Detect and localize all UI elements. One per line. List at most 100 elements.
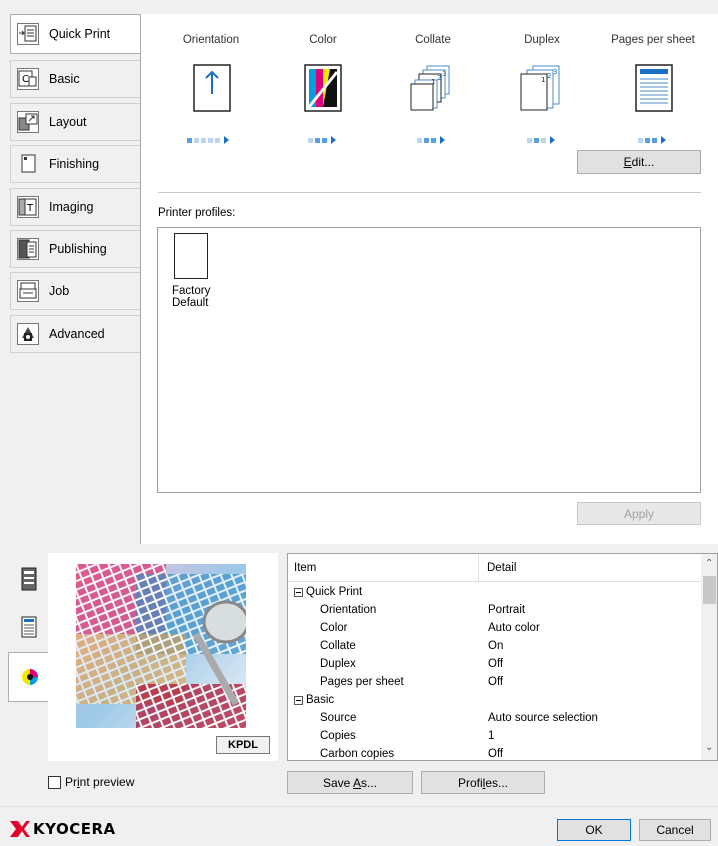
collapse-icon[interactable] bbox=[294, 695, 303, 705]
tab-finishing[interactable]: Finishing bbox=[10, 145, 140, 183]
print-preview-label: Print preview bbox=[65, 775, 135, 789]
header-divider bbox=[478, 554, 479, 582]
quick-print-icon bbox=[17, 23, 39, 45]
publishing-icon bbox=[17, 238, 39, 260]
tab-label: Quick Print bbox=[49, 27, 111, 41]
tab-imaging[interactable]: T Imaging bbox=[10, 188, 140, 226]
tab-printer-status[interactable] bbox=[10, 556, 48, 602]
cell-item: Copies bbox=[320, 730, 356, 742]
divider bbox=[158, 192, 701, 193]
cell-detail: Auto source selection bbox=[488, 712, 598, 724]
finishing-icon bbox=[17, 153, 39, 175]
profile-name-line1: Factory bbox=[172, 285, 211, 297]
document-icon bbox=[21, 616, 37, 638]
cell-item: Quick Print bbox=[306, 586, 363, 598]
header-detail[interactable]: Detail bbox=[487, 562, 516, 574]
svg-text:3: 3 bbox=[442, 70, 446, 78]
preview-pane: KPDL bbox=[48, 553, 278, 761]
vertical-scrollbar[interactable]: ⌃ ⌄ bbox=[701, 554, 717, 760]
cell-item: Basic bbox=[306, 694, 335, 706]
color-palette-icon bbox=[21, 669, 38, 685]
profile-name-line2: Default bbox=[172, 297, 209, 309]
cell-detail: Auto color bbox=[488, 622, 540, 634]
duplex-selector[interactable] bbox=[527, 136, 555, 144]
scroll-up-icon[interactable]: ⌃ bbox=[705, 558, 713, 569]
tab-label: Publishing bbox=[49, 242, 107, 256]
save-as-button[interactable]: Save As... bbox=[287, 771, 413, 794]
scroll-down-icon[interactable]: ⌄ bbox=[705, 742, 713, 753]
cell-item: Carbon copies bbox=[320, 748, 395, 760]
tab-page-preview[interactable] bbox=[10, 604, 48, 650]
tab-label: Basic bbox=[49, 72, 80, 86]
checkbox-box[interactable] bbox=[48, 775, 61, 789]
basic-icon: C bbox=[17, 68, 39, 90]
duplex-off-icon[interactable]: 321 bbox=[519, 64, 567, 115]
pages-per-sheet-selector[interactable] bbox=[638, 136, 666, 144]
column-orientation: Orientation bbox=[182, 34, 240, 46]
tab-image-preview[interactable] bbox=[8, 652, 50, 702]
ok-button[interactable]: OK bbox=[557, 819, 631, 841]
pages-per-sheet-off-icon[interactable] bbox=[635, 64, 673, 115]
printer-profiles-label: Printer profiles: bbox=[158, 207, 236, 219]
profiles-button[interactable]: Profiles... bbox=[421, 771, 545, 794]
kpdl-badge: KPDL bbox=[216, 736, 270, 754]
table-header: Item Detail bbox=[288, 554, 701, 582]
cell-item: Orientation bbox=[320, 604, 377, 616]
tab-label: Advanced bbox=[49, 327, 105, 341]
tab-quick-print[interactable]: Quick Print bbox=[10, 14, 140, 54]
table-row[interactable]: Copies 1 bbox=[288, 727, 700, 745]
printer-profiles-list[interactable]: Factory Default bbox=[157, 227, 701, 493]
svg-text:2: 2 bbox=[437, 74, 441, 82]
tab-basic[interactable]: C Basic bbox=[10, 60, 140, 98]
job-icon bbox=[17, 280, 39, 302]
print-preview-checkbox[interactable]: Print preview bbox=[48, 775, 134, 789]
profile-item-factory-default[interactable]: Factory Default bbox=[172, 233, 224, 309]
svg-text:1: 1 bbox=[541, 76, 545, 84]
cell-detail: Off bbox=[488, 748, 504, 760]
table-row[interactable]: Collate On bbox=[288, 637, 700, 655]
svg-text:3: 3 bbox=[553, 68, 557, 76]
svg-text:1: 1 bbox=[431, 78, 435, 86]
tab-label: Finishing bbox=[49, 157, 100, 171]
printer-icon bbox=[21, 567, 37, 591]
tab-label: Layout bbox=[49, 115, 87, 129]
tab-job[interactable]: Job bbox=[10, 272, 140, 310]
kyocera-logo: KYOCERA bbox=[10, 820, 116, 838]
color-chart-preview-image bbox=[76, 564, 246, 728]
table-row[interactable]: Color Auto color bbox=[288, 619, 700, 637]
svg-text:T: T bbox=[26, 203, 34, 214]
table-group-row[interactable]: Basic bbox=[288, 691, 700, 709]
table-row[interactable]: Duplex Off bbox=[288, 655, 700, 673]
column-collate: Collate bbox=[415, 34, 451, 46]
apply-button[interactable]: Apply bbox=[577, 502, 701, 525]
cancel-button[interactable]: Cancel bbox=[639, 819, 711, 841]
cell-detail: 1 bbox=[488, 730, 495, 742]
cell-item: Collate bbox=[320, 640, 356, 652]
orientation-selector[interactable] bbox=[187, 136, 229, 144]
svg-text:C: C bbox=[22, 74, 29, 85]
cell-detail: Portrait bbox=[488, 604, 526, 616]
table-row[interactable]: Source Auto source selection bbox=[288, 709, 700, 727]
table-row[interactable]: Pages per sheet Off bbox=[288, 673, 700, 691]
tab-publishing[interactable]: Publishing bbox=[10, 230, 140, 268]
advanced-icon bbox=[17, 323, 39, 345]
tab-layout[interactable]: Layout bbox=[10, 103, 140, 141]
brand-name: KYOCERA bbox=[33, 820, 116, 838]
table-group-row[interactable]: Quick Print bbox=[288, 583, 700, 601]
header-item[interactable]: Item bbox=[294, 562, 316, 574]
settings-summary-table[interactable]: Item Detail Quick Print Orientation Portra… bbox=[287, 553, 718, 761]
table-row[interactable]: Orientation Portrait bbox=[288, 601, 700, 619]
orientation-portrait-icon[interactable] bbox=[193, 64, 231, 115]
collapse-icon[interactable] bbox=[294, 587, 303, 597]
edit-button[interactable]: Edit... bbox=[577, 150, 701, 174]
color-selector[interactable] bbox=[308, 136, 336, 144]
scrollbar-thumb[interactable] bbox=[703, 576, 716, 604]
auto-color-icon[interactable] bbox=[304, 64, 342, 115]
tab-label: Job bbox=[49, 284, 70, 298]
cell-item: Duplex bbox=[320, 658, 356, 670]
collate-on-icon[interactable]: 321 bbox=[409, 64, 457, 115]
tab-advanced[interactable]: Advanced bbox=[10, 315, 140, 353]
layout-icon bbox=[17, 111, 39, 133]
table-row[interactable]: Carbon copies Off bbox=[288, 745, 700, 760]
collate-selector[interactable] bbox=[417, 136, 445, 144]
